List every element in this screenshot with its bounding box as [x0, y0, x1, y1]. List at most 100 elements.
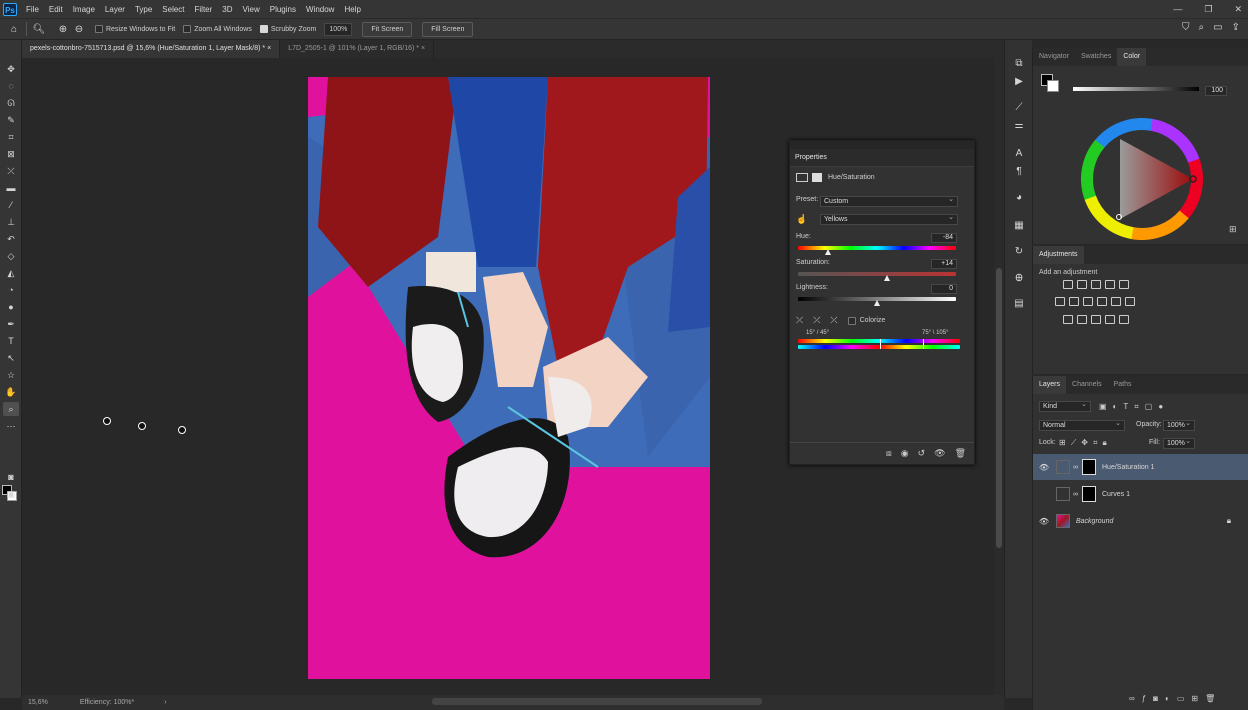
layers-footer-icons[interactable]: ∞ƒ◙◐▭⊞🗑︎ [1129, 694, 1222, 703]
menu-window[interactable]: Window [301, 5, 339, 14]
tk-plugin-icon[interactable]: Ꚛ [1012, 270, 1026, 284]
color-balance-icon[interactable] [1069, 297, 1079, 306]
filter-icons[interactable]: ▣◐T⌗▢● [1099, 402, 1169, 412]
menu-3d[interactable]: 3D [217, 5, 237, 14]
menu-select[interactable]: Select [157, 5, 189, 14]
zoom-in-icon[interactable]: ⊕ [55, 21, 71, 37]
visibility-icon[interactable]: 👁︎ [934, 448, 945, 459]
quick-select-icon[interactable]: ✎ [3, 113, 19, 127]
canvas-horizontal-scrollbar[interactable] [432, 698, 762, 705]
preset-dropdown[interactable]: Custom [820, 195, 958, 207]
levels-icon[interactable] [1077, 280, 1087, 289]
tab-swatches[interactable]: Swatches [1075, 48, 1117, 66]
clone-stamp-icon[interactable]: ⊥ [3, 215, 19, 229]
marquee-tool-icon[interactable]: ◌ [3, 79, 19, 93]
add-icon[interactable]: ⊞ [1229, 224, 1237, 235]
resize-windows-checkbox[interactable]: Resize Windows to Fit [95, 25, 175, 33]
healing-brush-icon[interactable]: ▬ [3, 181, 19, 195]
more-tools-icon[interactable]: ⋯ [3, 419, 19, 433]
pen-tool-icon[interactable]: ✒ [3, 317, 19, 331]
minimize-button[interactable]: — [1173, 4, 1182, 14]
share-icon[interactable]: ⇪ [1232, 22, 1240, 33]
vibrance-icon[interactable] [1119, 280, 1129, 289]
close-button[interactable]: ✕ [1234, 4, 1242, 15]
workspace-icon[interactable]: ▭ [1213, 22, 1222, 33]
tab-adjustments[interactable]: Adjustments [1033, 246, 1084, 264]
exposure-icon[interactable] [1105, 280, 1115, 289]
eraser-icon[interactable]: ◇ [3, 249, 19, 263]
invert-icon[interactable] [1063, 315, 1073, 324]
fill-screen-button[interactable]: Fill Screen [422, 21, 474, 37]
home-icon[interactable]: ⌂ [6, 21, 22, 37]
libraries-icon[interactable]: ▤ [1012, 296, 1026, 310]
eyedropper-icon[interactable]: ⤫ [3, 164, 19, 178]
hue-sat-icon[interactable] [1055, 297, 1065, 306]
blend-mode-dropdown[interactable]: Normal [1039, 419, 1125, 431]
clip-to-layer-icon[interactable]: ⧈ [886, 448, 892, 459]
zoom-out-icon[interactable]: ⊖ [71, 21, 87, 37]
lock-icons[interactable]: ⊞⟋✥⌗🔒︎ [1059, 438, 1112, 448]
screen-mode-icon[interactable]: ▣ [3, 487, 19, 501]
crop-tool-icon[interactable]: ⌗ [3, 130, 19, 144]
saturation-slider-track[interactable] [798, 272, 956, 276]
blur-tool-icon[interactable]: ◔ [3, 283, 19, 297]
curves-icon[interactable] [1091, 280, 1101, 289]
hue-slider-track[interactable] [798, 246, 956, 250]
layer-row[interactable]: ∞ Curves 1 [1033, 481, 1248, 507]
background-swatch[interactable] [1047, 80, 1059, 92]
mask-icon[interactable] [812, 173, 822, 182]
brush-settings-icon[interactable]: ⟋ [1012, 100, 1026, 114]
layer-mask-thumbnail[interactable] [1082, 486, 1096, 502]
hand-target-icon[interactable]: ☝ [796, 214, 807, 225]
dodge-tool-icon[interactable]: ● [3, 300, 19, 314]
range-slider-handles[interactable] [880, 339, 924, 349]
tab-document-1[interactable]: pexels-cottonbro-7515713.psd @ 15,6% (Hu… [22, 40, 281, 58]
layer-mask-thumbnail[interactable] [1082, 459, 1096, 475]
tab-color[interactable]: Color [1117, 48, 1147, 66]
tab-channels[interactable]: Channels [1066, 376, 1108, 394]
eyedropper-icon[interactable]: ⤫ [796, 315, 803, 326]
zoom-tool-icon[interactable]: ⌕ [3, 402, 19, 416]
tab-layers[interactable]: Layers [1033, 376, 1067, 394]
zoom-all-windows-checkbox[interactable]: Zoom All Windows [183, 25, 252, 33]
delete-icon[interactable]: 🗑︎ [955, 448, 966, 459]
character-icon[interactable]: A [1012, 146, 1026, 160]
paint-bucket-icon[interactable]: ◭ [3, 266, 19, 280]
tab-paths[interactable]: Paths [1108, 376, 1138, 394]
selective-color-icon[interactable] [1119, 315, 1129, 324]
brush-tool-icon[interactable]: ⁄ [3, 198, 19, 212]
tab-close-icon[interactable]: × [267, 45, 271, 52]
menu-plugins[interactable]: Plugins [265, 5, 301, 14]
saturation-slider-thumb[interactable] [884, 275, 890, 281]
lasso-tool-icon[interactable]: ᘏ [3, 96, 19, 110]
history-icon[interactable]: ⧉ [1012, 56, 1026, 70]
layer-name[interactable]: Hue/Saturation 1 [1102, 464, 1155, 471]
fit-screen-button[interactable]: Fit Screen [362, 21, 413, 37]
saturation-value-field[interactable]: +14 [931, 259, 957, 269]
gradient-map-icon[interactable] [1105, 315, 1115, 324]
status-arrow-icon[interactable]: › [164, 699, 166, 706]
view-previous-icon[interactable]: ◉ [901, 448, 909, 459]
maximize-button[interactable]: ❐ [1204, 4, 1212, 15]
hue-value-field[interactable]: -84 [931, 233, 957, 243]
paragraph-icon[interactable]: ¶ [1012, 164, 1026, 178]
scrubby-zoom-checkbox[interactable]: Scrubby Zoom [259, 25, 316, 33]
layer-filter-dropdown[interactable]: Kind [1039, 400, 1091, 412]
layer-name[interactable]: Background [1076, 518, 1113, 525]
layer-name[interactable]: Curves 1 [1102, 491, 1130, 498]
posterize-icon[interactable] [1077, 315, 1087, 324]
move-tool-icon[interactable]: ✥ [3, 62, 19, 76]
hue-slider-thumb[interactable] [825, 249, 831, 255]
actions-play-icon[interactable]: ▶ [1012, 74, 1026, 88]
color-wheel-icon[interactable]: ◕ [1012, 190, 1026, 204]
type-tool-icon[interactable]: T [3, 334, 19, 348]
eyedropper-minus-icon[interactable]: ⤫ [830, 315, 837, 326]
search-icon[interactable]: ⌕ [1199, 22, 1205, 33]
threshold-icon[interactable] [1091, 315, 1101, 324]
menu-filter[interactable]: Filter [190, 5, 218, 14]
tab-document-2[interactable]: L7D_2505-1 @ 101% (Layer 1, RGB/16) * × [280, 40, 435, 58]
layer-row[interactable]: 👁︎ Background 🔒︎ [1033, 508, 1248, 534]
menu-edit[interactable]: Edit [44, 5, 68, 14]
lightness-slider-thumb[interactable] [874, 300, 880, 306]
plugin-icon[interactable]: ▦ [1012, 218, 1026, 232]
